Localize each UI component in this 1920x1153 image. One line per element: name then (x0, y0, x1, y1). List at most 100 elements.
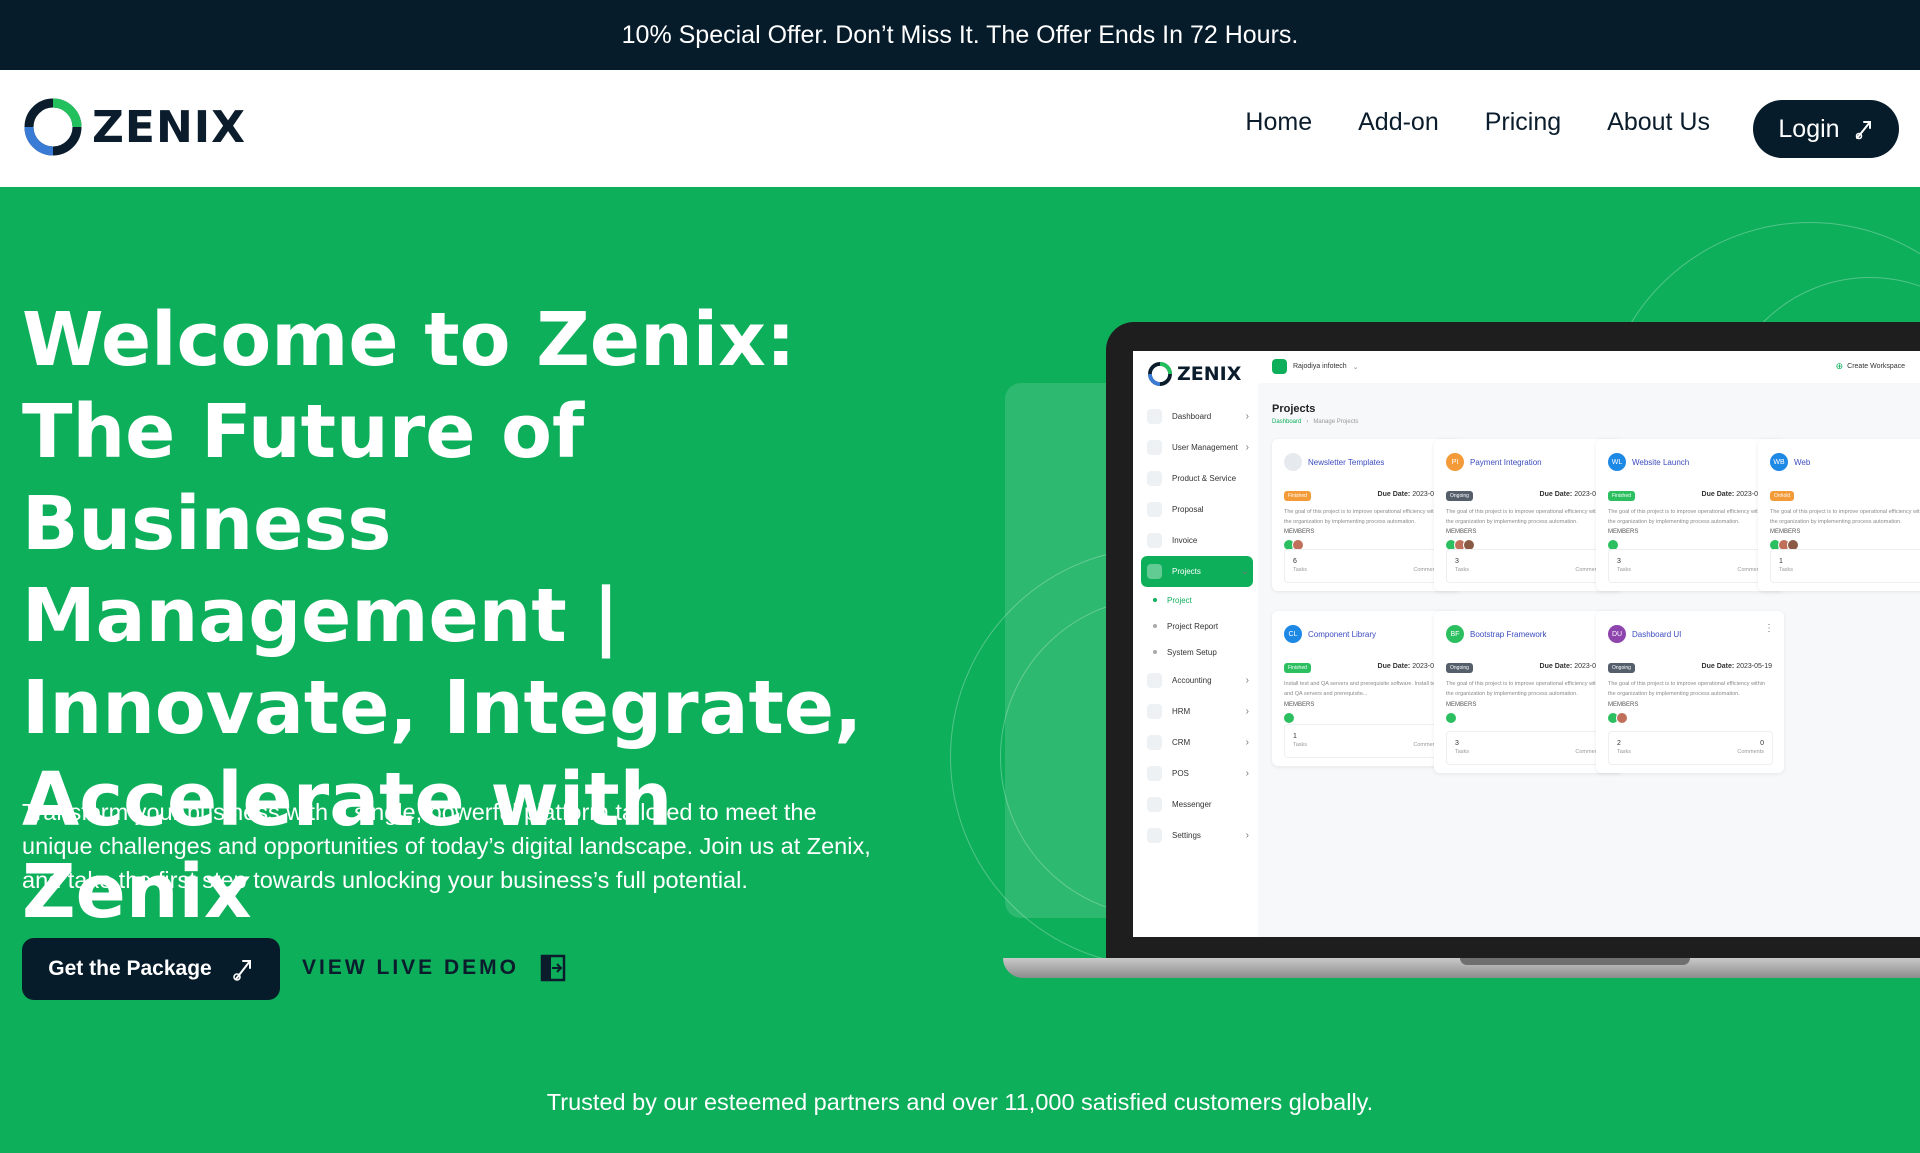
sidebar-item[interactable]: Accounting › (1141, 665, 1253, 696)
project-name[interactable]: Website Launch (1632, 458, 1689, 467)
project-name[interactable]: Dashboard UI (1632, 630, 1681, 639)
tasks-value: 3 (1617, 558, 1621, 565)
sidebar-item[interactable]: Projects ⌄ (1141, 556, 1253, 587)
members-label: MEMBERS (1284, 529, 1315, 535)
project-avatar: BF (1446, 625, 1464, 643)
logo-text: ZENIX (92, 101, 247, 153)
project-card[interactable]: WBWeb⋮OnholdThe goal of this project is … (1758, 439, 1920, 591)
status-badge: Finished (1284, 491, 1311, 501)
due-date-label: Due Date: (1539, 491, 1573, 498)
app-page-title: Projects (1272, 403, 1316, 415)
project-avatar: DU (1608, 625, 1626, 643)
app-logo: ZENIX (1147, 361, 1241, 387)
status-badge: Ongoing (1608, 663, 1635, 673)
login-label: Login (1778, 114, 1840, 143)
project-card[interactable]: PIPayment Integration⋮OngoingDue Date: 2… (1434, 439, 1622, 591)
sidebar-item-label: Messenger (1172, 800, 1212, 809)
project-card[interactable]: Newsletter Templates⋮FinishedDue Date: 2… (1272, 439, 1460, 591)
project-description: The goal of this project is to improve o… (1608, 681, 1766, 697)
sidebar-item[interactable]: CRM › (1141, 727, 1253, 758)
sidebar-item[interactable]: Proposal (1141, 494, 1253, 525)
sidebar-item-label: POS (1172, 769, 1189, 778)
nav-add-on[interactable]: Add-on (1358, 108, 1439, 137)
menu-icon (1147, 471, 1162, 486)
project-card[interactable]: WLWebsite Launch⋮FinishedDue Date: 2023-… (1596, 439, 1784, 591)
sidebar-item[interactable]: Messenger (1141, 789, 1253, 820)
project-description: The goal of this project is to improve o… (1446, 509, 1604, 525)
project-card[interactable]: DU Dashboard UI ⋮ Ongoing Due Date: 2023-05-… (1596, 611, 1784, 773)
plus-circle-icon: ⊕ (1835, 361, 1844, 371)
sidebar-item[interactable]: POS › (1141, 758, 1253, 789)
sidebar-item-label: Dashboard (1172, 412, 1212, 421)
chevron-icon: › (1245, 706, 1249, 717)
app-logo-text: ZENIX (1177, 363, 1242, 385)
door-enter-icon (540, 954, 566, 982)
sidebar-item[interactable]: Project (1141, 587, 1253, 613)
project-avatar: CL (1284, 625, 1302, 643)
create-workspace-button[interactable]: ⊕ Create Workspace (1836, 361, 1905, 372)
comments-count: 0 Comments (1737, 740, 1764, 755)
project-card-header: CL Component Library (1284, 625, 1376, 643)
project-avatar: WL (1608, 453, 1626, 471)
zenix-logo-mark-icon (1148, 362, 1172, 386)
sidebar-item-label: CRM (1172, 738, 1191, 747)
project-card-header: DU Dashboard UI (1608, 625, 1681, 643)
project-description: The goal of this project is to improve o… (1446, 681, 1604, 697)
menu-icon (1147, 564, 1162, 579)
tasks-label: Tasks (1293, 567, 1308, 573)
project-name[interactable]: Component Library (1308, 630, 1376, 639)
sidebar-item-label: Project Report (1167, 621, 1219, 631)
nav-pricing[interactable]: Pricing (1485, 108, 1561, 137)
app-sidebar: ZENIX Dashboard › User Management › Product … (1133, 351, 1258, 937)
sidebar-item[interactable]: Product & Service (1141, 463, 1253, 494)
project-description: The goal of this project is to improve o… (1770, 509, 1920, 525)
status-badge: Finished (1284, 663, 1311, 673)
project-card[interactable]: BFBootstrap Framework⋮OngoingDue Date: 2… (1434, 611, 1622, 773)
sidebar-item[interactable]: Dashboard › (1141, 401, 1253, 432)
project-name[interactable]: Bootstrap Framework (1470, 630, 1546, 639)
nav-home[interactable]: Home (1245, 108, 1312, 137)
tasks-value: 3 (1455, 558, 1459, 565)
bullet-icon (1153, 624, 1157, 628)
breadcrumb-current: Manage Projects (1313, 419, 1359, 425)
sidebar-item[interactable]: User Management › (1141, 432, 1253, 463)
site-logo[interactable]: ZENIX (22, 96, 246, 158)
project-description: Install test and QA servers and prerequi… (1284, 681, 1440, 697)
members-label: MEMBERS (1446, 702, 1477, 708)
members-label: MEMBERS (1770, 529, 1801, 535)
sidebar-item[interactable]: Project Report (1141, 613, 1253, 639)
due-date-label: Due Date: (1539, 663, 1573, 670)
breadcrumb: Dashboard › Manage Projects (1272, 419, 1359, 425)
hero-description: Transform your business with a single, p… (22, 799, 871, 893)
project-name[interactable]: Newsletter Templates (1308, 458, 1384, 467)
tasks-label: Tasks (1617, 567, 1632, 573)
get-package-button[interactable]: Get the Package (22, 938, 280, 1000)
login-button[interactable]: Login (1753, 100, 1899, 158)
view-live-demo-label: VIEW LIVE DEMO (302, 956, 520, 979)
menu-icon (1147, 502, 1162, 517)
sidebar-item[interactable]: HRM › (1141, 696, 1253, 727)
trusted-text: Trusted by our esteemed partners and ove… (546, 1089, 1374, 1115)
view-live-demo-link[interactable]: VIEW LIVE DEMO (302, 953, 567, 983)
workspace-switcher[interactable]: Rajodiya infotech ⌄ (1272, 359, 1359, 374)
members-label: MEMBERS (1608, 702, 1639, 708)
chevron-icon: › (1245, 830, 1249, 841)
sidebar-item[interactable]: Invoice (1141, 525, 1253, 556)
sidebar-item-label: Invoice (1172, 536, 1198, 545)
breadcrumb-dashboard[interactable]: Dashboard (1272, 419, 1301, 425)
project-name[interactable]: Web (1794, 458, 1810, 467)
sidebar-item[interactable]: System Setup (1141, 639, 1253, 665)
project-card-header: BF Bootstrap Framework (1446, 625, 1546, 643)
sidebar-item[interactable]: Settings › (1141, 820, 1253, 851)
project-stats: 2 Tasks 0 Comments (1608, 731, 1773, 765)
project-description: The goal of this project is to improve o… (1608, 509, 1766, 525)
due-date-label: Due Date: (1377, 491, 1411, 498)
project-name[interactable]: Payment Integration (1470, 458, 1542, 467)
nav-about-us[interactable]: About Us (1607, 108, 1710, 137)
tasks-value: 1 (1779, 558, 1783, 565)
kebab-menu-icon[interactable]: ⋮ (1764, 623, 1774, 634)
project-avatar: PI (1446, 453, 1464, 471)
sidebar-item-label: Proposal (1172, 505, 1204, 514)
project-card[interactable]: CLComponent Library⋮FinishedDue Date: 20… (1272, 611, 1460, 766)
status-badge: Ongoing (1446, 491, 1473, 501)
